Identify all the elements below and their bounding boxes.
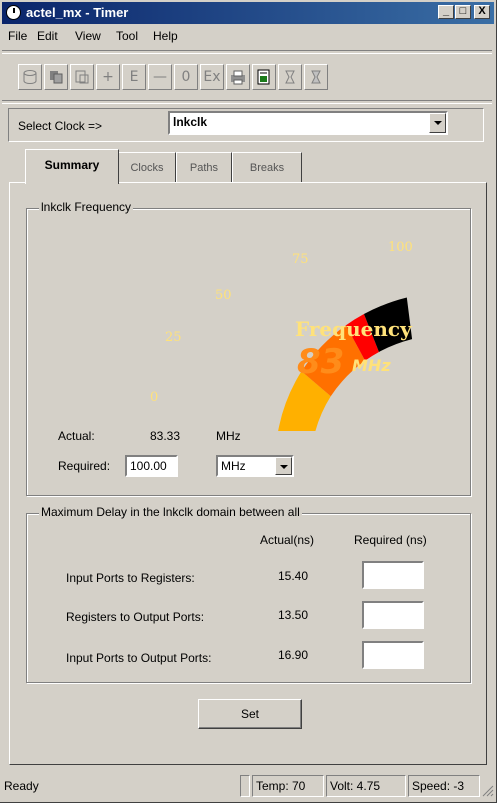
status-cell-empty (240, 775, 250, 797)
toolbar-separator (2, 100, 492, 104)
frequency-group-title: lnkclk Frequency (39, 200, 134, 214)
delay-row-required-input[interactable] (362, 641, 424, 669)
zero-icon[interactable]: 0 (174, 64, 198, 90)
report-icon[interactable] (252, 64, 276, 90)
tab-clocks[interactable]: Clocks (118, 152, 176, 182)
chevron-down-icon[interactable] (429, 113, 446, 133)
tab-paths[interactable]: Paths (176, 152, 232, 182)
ex-icon[interactable]: Ex (200, 64, 224, 90)
actual-frequency-value: 83.33 (150, 429, 181, 443)
gauge-tick-label: 50 (215, 288, 232, 303)
status-volt: Volt: 4.75 (326, 775, 406, 797)
set-button[interactable]: Set (198, 699, 302, 729)
gauge-readout-value: 83 (297, 342, 344, 382)
delay-actual-header: Actual(ns) (260, 533, 315, 547)
gauge-tick-label: 75 (292, 252, 309, 267)
toolbar: + E — 0 Ex (14, 62, 418, 94)
chevron-down-icon[interactable] (275, 457, 292, 475)
gauge-tick-label: 25 (165, 330, 182, 345)
paste-icon[interactable] (70, 64, 94, 90)
resize-grip-icon[interactable] (482, 785, 494, 797)
required-unit-select[interactable]: MHz (216, 455, 294, 477)
actual-frequency-label: Actual: (58, 429, 95, 443)
delay-row-actual: 15.40 (278, 569, 309, 583)
app-clock-icon (6, 5, 21, 20)
status-ready: Ready (4, 779, 39, 793)
gauge-tick-label: 0 (150, 390, 158, 405)
delay-group-title: Maximum Delay in the lnkclk domain betwe… (39, 505, 302, 519)
gauge-tick-label: 100 (388, 240, 413, 255)
delay-row-actual: 13.50 (278, 608, 309, 622)
timer-window: actel_mx - Timer _ □ X File Edit View To… (0, 0, 497, 803)
delay-row-actual: 16.90 (278, 648, 309, 662)
required-frequency-label: Required: (58, 459, 111, 473)
delay-required-header: Required (ns) (354, 533, 427, 547)
summary-panel: lnkclk Frequency 0 25 50 75 100 Frequency 83 MH… (9, 182, 487, 765)
minus-icon[interactable]: — (148, 64, 172, 90)
menu-tool[interactable]: Tool (116, 29, 138, 43)
clock-select-value: lnkclk (173, 115, 208, 129)
tab-breaks[interactable]: Breaks (232, 152, 302, 182)
close-button[interactable]: X (474, 5, 490, 19)
menu-separator (2, 50, 492, 54)
maximize-button[interactable]: □ (455, 5, 471, 19)
frequency-gauge: 0 25 50 75 100 Frequency83 MHz (150, 240, 413, 431)
delay-row-label: Input Ports to Output Ports: (66, 651, 212, 665)
status-temp: Temp: 70 (252, 775, 324, 797)
delay-row-label: Input Ports to Registers: (66, 571, 195, 585)
copy-icon[interactable] (44, 64, 68, 90)
menu-help[interactable]: Help (153, 29, 178, 43)
status-speed: Speed: -3 (408, 775, 480, 797)
gauge-caption: Frequency (295, 317, 413, 341)
status-bar: Ready Temp: 70 Volt: 4.75 Speed: -3 (0, 773, 497, 803)
plus-icon[interactable]: + (96, 64, 120, 90)
actual-frequency-unit: MHz (216, 429, 241, 443)
hourglass-alt-icon[interactable] (304, 64, 328, 90)
select-clock-label: Select Clock => (18, 119, 103, 133)
hourglass-icon[interactable] (278, 64, 302, 90)
menu-edit[interactable]: Edit (37, 29, 58, 43)
clock-select[interactable]: lnkclk (168, 111, 448, 135)
database-icon[interactable] (18, 64, 42, 90)
required-unit-value: MHz (221, 459, 246, 473)
delay-row-required-input[interactable] (362, 561, 424, 589)
title-bar[interactable]: actel_mx - Timer _ □ X (2, 2, 494, 24)
e-icon[interactable]: E (122, 64, 146, 90)
print-icon[interactable] (226, 64, 250, 90)
menu-bar: File Edit View Tool Help (2, 26, 494, 46)
delay-row-required-input[interactable] (362, 601, 424, 629)
delay-row-label: Registers to Output Ports: (66, 610, 205, 624)
menu-view[interactable]: View (75, 29, 101, 43)
gauge-readout-unit: MHz (352, 356, 391, 375)
window-title: actel_mx - Timer (26, 5, 129, 20)
required-frequency-input[interactable]: 100.00 (125, 455, 178, 477)
menu-file[interactable]: File (8, 29, 27, 43)
minimize-button[interactable]: _ (438, 5, 454, 19)
tab-summary[interactable]: Summary (25, 149, 119, 184)
